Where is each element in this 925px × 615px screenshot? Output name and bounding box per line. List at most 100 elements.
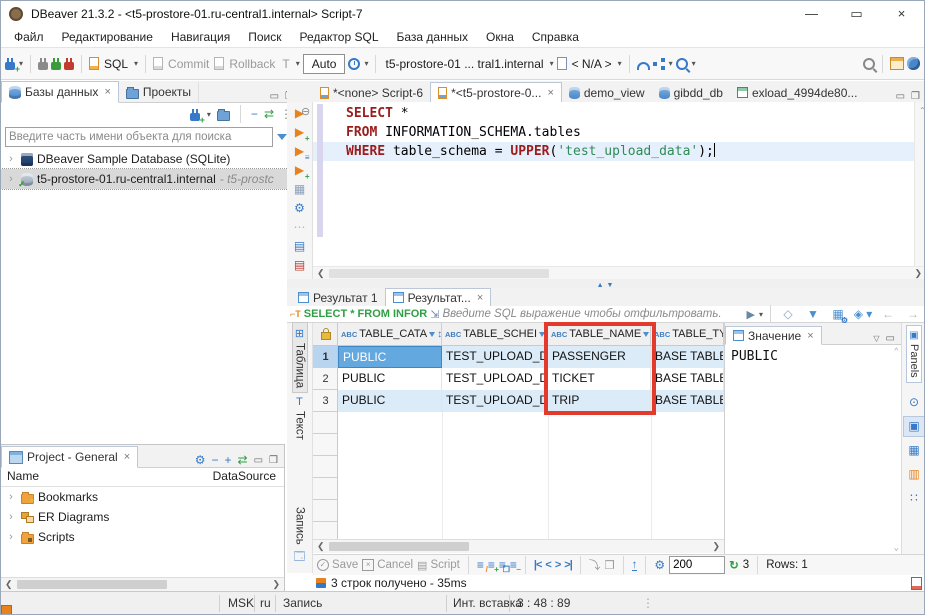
scroll-thumb[interactable] <box>329 542 469 551</box>
schema-dropdown-icon[interactable]: ▾ <box>618 59 622 68</box>
save-button[interactable]: ✓Save <box>317 559 358 571</box>
expand-all-icon[interactable]: + <box>225 453 232 467</box>
menu-item-Окна[interactable]: Окна <box>477 30 523 44</box>
presentation-tab-Текст[interactable]: TТекст <box>293 392 307 444</box>
maximize-panel-icon[interactable]: ❒ <box>269 455 278 466</box>
scroll-thumb[interactable] <box>17 580 167 589</box>
truncated-more-icon[interactable]: ▶ <box>747 308 755 321</box>
new-connection-dropdown-icon[interactable]: ▾ <box>207 110 211 119</box>
fetch-size-input[interactable] <box>669 556 725 574</box>
fetch-all-icon[interactable]: ❒ <box>604 558 614 572</box>
row-number[interactable] <box>313 412 338 434</box>
fetch-page-icon[interactable]: ⤵ <box>589 557 601 573</box>
minimize-panel-icon[interactable]: ▭ <box>896 91 905 102</box>
commit-button[interactable]: Commit <box>168 57 209 71</box>
menu-item-Редактор SQL[interactable]: Редактор SQL <box>290 30 387 44</box>
editor-tab[interactable]: gibdd_db <box>652 83 730 102</box>
scroll-right-icon[interactable]: ❯ <box>268 579 284 590</box>
presentation-settings-icon[interactable]: ◈ ▾ <box>853 305 873 324</box>
column-filter-icon[interactable] <box>429 332 435 337</box>
transaction-dropdown-icon[interactable]: ▾ <box>296 59 300 68</box>
disconnect-icon[interactable] <box>64 62 74 70</box>
link-with-editor-icon[interactable]: ⇄ <box>264 107 274 121</box>
expand-query-icon[interactable]: ⇲ <box>430 308 439 321</box>
delete-row-icon[interactable]: ≡− <box>510 558 517 572</box>
menu-item-Навигация[interactable]: Навигация <box>162 30 239 44</box>
grid-cell[interactable]: TICKET <box>548 368 651 390</box>
commit-mode-select[interactable]: Auto <box>303 54 346 74</box>
results-tab[interactable]: Результат...× <box>385 288 492 307</box>
next-row-icon[interactable]: > <box>555 559 560 571</box>
close-tab-icon[interactable]: × <box>104 86 110 98</box>
grid-cell[interactable]: BASE TABLE <box>651 368 724 390</box>
first-row-icon[interactable]: |< <box>534 559 542 571</box>
expand-chevron-icon[interactable]: › <box>5 511 17 523</box>
column-filter-icon[interactable] <box>539 332 545 337</box>
new-connection-icon[interactable]: + <box>190 113 200 121</box>
editor-tab[interactable]: exload_4994de80... <box>730 83 864 102</box>
results-grid[interactable]: ABCTABLE_CATA↕ABCTABLE_SCHEI↕ABCTABLE_NA… <box>338 323 724 539</box>
collapse-all-icon[interactable]: − <box>211 453 218 467</box>
script-button[interactable]: ▤Script <box>417 559 460 572</box>
column-header-TABLE_NAME[interactable]: ABCTABLE_NAME↕ <box>548 323 651 346</box>
menu-item-Редактирование[interactable]: Редактирование <box>53 30 162 44</box>
expand-chevron-icon[interactable]: › <box>5 531 17 543</box>
grid-cell[interactable]: TEST_UPLOAD_DAT <box>442 346 548 368</box>
timezone-indicator[interactable]: MSK <box>228 596 254 610</box>
grid-cell[interactable]: BASE TABLE <box>651 390 724 412</box>
refresh-icon[interactable]: ↻ <box>729 558 739 572</box>
expand-chevron-icon[interactable]: › <box>5 153 17 165</box>
editor-tab[interactable]: demo_view <box>562 83 652 102</box>
calc-panel-icon[interactable]: ▦ <box>904 441 924 460</box>
add-row-icon[interactable]: ≡+ <box>488 558 495 572</box>
code-line[interactable]: WHERE table_schema = UPPER('test_upload_… <box>313 142 914 161</box>
output-log-icon[interactable] <box>911 577 922 590</box>
maximize-panel-icon[interactable]: ❒ <box>911 91 920 102</box>
close-tab-icon[interactable]: × <box>124 451 130 463</box>
row-number[interactable]: 2 <box>313 368 338 390</box>
tab-value[interactable]: Значение × <box>725 326 822 345</box>
network-profile-icon[interactable] <box>653 58 665 70</box>
references-panel-icon[interactable]: ∷ <box>904 489 924 508</box>
close-tab-icon[interactable]: × <box>547 87 553 99</box>
execute-new-tab-icon[interactable]: ▶+ <box>290 123 310 142</box>
scroll-left-icon[interactable]: ❮ <box>313 541 329 552</box>
insert-mode-indicator[interactable]: Инт. вставка <box>453 596 522 610</box>
sql-editor[interactable]: SELECT *FROM INFORMATION_SCHEMA.tablesWH… <box>313 102 914 266</box>
transaction-mode-icon[interactable]: T <box>282 57 289 71</box>
new-folder-icon[interactable] <box>217 111 230 121</box>
nav-back-icon[interactable]: ← ▾ <box>878 305 898 324</box>
duplicate-row-icon[interactable]: ≡❐ <box>499 558 506 572</box>
filter-input[interactable]: Введите SQL выражение чтобы отфильтроват… <box>442 308 743 320</box>
scroll-right-icon[interactable]: ❯ <box>910 268 925 279</box>
tab-project-general[interactable]: Project - General × <box>1 446 138 468</box>
export-script-icon[interactable]: ▤ <box>290 237 310 256</box>
menu-item-База данных[interactable]: База данных <box>388 30 477 44</box>
project-item[interactable]: ›Bookmarks <box>1 487 284 507</box>
fold-collapse-icon[interactable]: ⊖ <box>301 105 313 118</box>
scroll-thumb[interactable] <box>329 269 549 278</box>
reconnect-icon[interactable] <box>51 62 61 70</box>
row-number[interactable]: 3 <box>313 390 338 412</box>
value-viewer-panel-icon[interactable]: ▣ <box>904 417 924 436</box>
network-dropdown-icon[interactable]: ▾ <box>669 59 673 68</box>
grid-cell[interactable]: TEST_UPLOAD_DAT <box>442 390 548 412</box>
minimize-panel-icon[interactable]: ▭ <box>886 333 895 344</box>
row-number[interactable] <box>313 522 338 539</box>
row-header-corner[interactable] <box>313 323 338 346</box>
expand-chevron-icon[interactable]: › <box>5 491 17 503</box>
mode-indicator[interactable]: Запись <box>283 596 322 610</box>
new-connection-icon[interactable]: + <box>5 62 15 70</box>
notification-badge-icon[interactable] <box>1 605 12 615</box>
scroll-right-icon[interactable]: ❯ <box>708 541 724 552</box>
menu-item-Справка[interactable]: Справка <box>523 30 588 44</box>
editor-tab[interactable]: *<none> Script-6 <box>313 83 430 102</box>
scroll-up-icon[interactable]: ⌃ <box>894 347 899 357</box>
search-dropdown-icon[interactable]: ▾ <box>692 59 696 68</box>
grid-hscrollbar[interactable]: ❮ ❯ <box>313 539 724 553</box>
collapse-all-icon[interactable]: − <box>251 107 258 121</box>
prev-row-icon[interactable]: < <box>545 559 550 571</box>
column-header-TABLE_SCHEI[interactable]: ABCTABLE_SCHEI↕ <box>442 323 548 346</box>
sql-editor-label[interactable]: SQL <box>104 57 128 71</box>
caret-position-indicator[interactable]: 3 : 48 : 89 <box>517 596 570 610</box>
